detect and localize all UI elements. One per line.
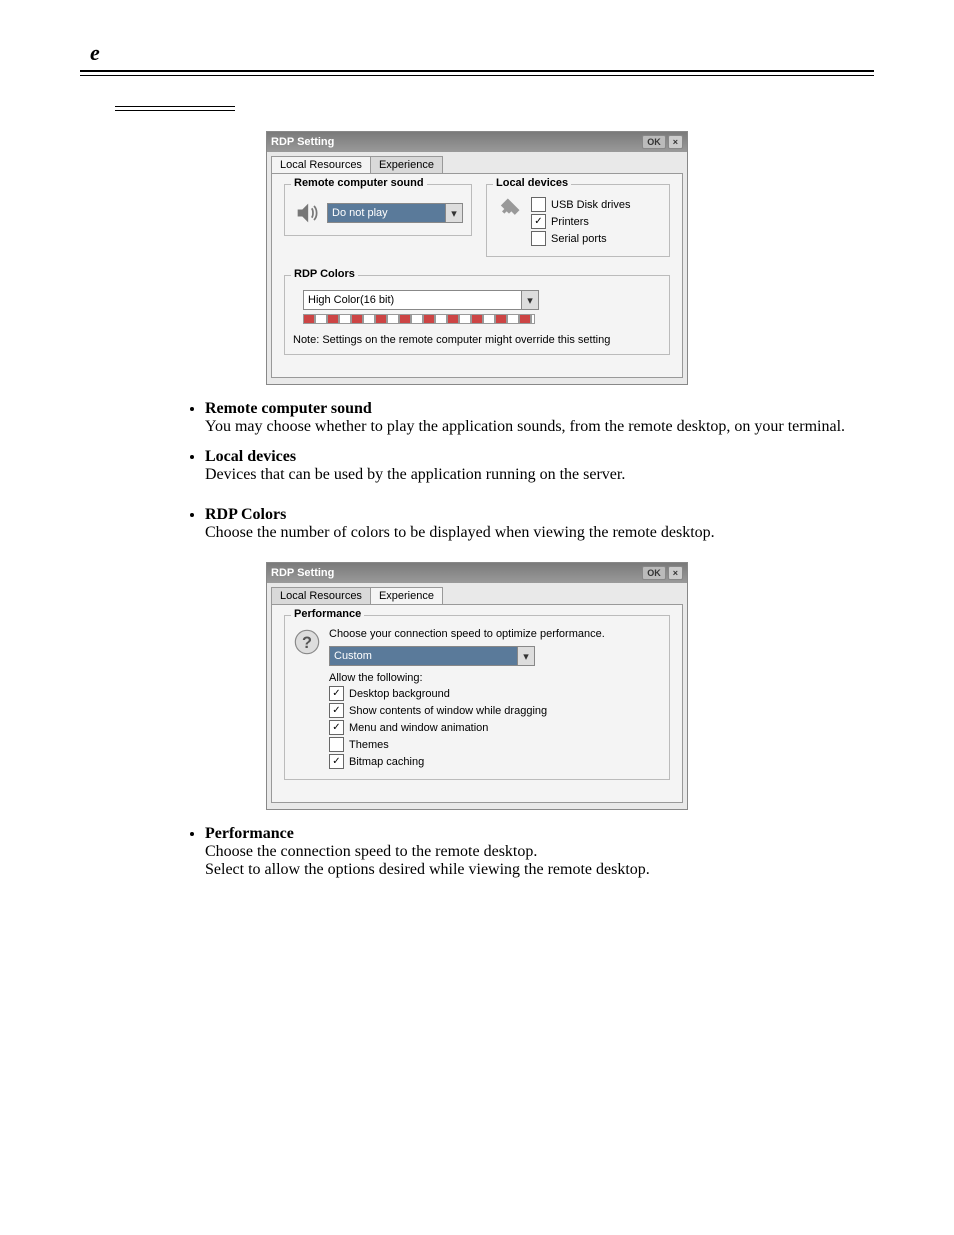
ok-button[interactable]: OK (642, 135, 666, 149)
window-title: RDP Setting (271, 567, 640, 579)
performance-group: Performance ? Choose your connection spe… (284, 615, 670, 780)
menu-animation-checkbox[interactable] (329, 720, 344, 735)
speaker-icon (293, 199, 321, 227)
bullet-title: Local devices (205, 448, 296, 465)
sound-select-value: Do not play (332, 207, 388, 219)
rdp-colors-group: RDP Colors High Color(16 bit) ▾ Note: Se… (284, 275, 670, 355)
color-select[interactable]: High Color(16 bit) ▾ (303, 290, 539, 310)
list-item: Remote computer sound You may choose whe… (205, 400, 874, 436)
short-rule-1 (115, 106, 235, 107)
list-item: RDP Colors Choose the number of colors t… (205, 506, 874, 542)
chevron-down-icon: ▾ (517, 647, 534, 665)
bullet-list-1: Remote computer sound You may choose whe… (185, 400, 874, 542)
tab-bar: Local Resources Experience (271, 156, 687, 173)
connection-speed-value: Custom (334, 650, 372, 662)
ok-button[interactable]: OK (642, 566, 666, 580)
opt-bg-label: Desktop background (349, 688, 450, 700)
rdp-colors-label: RDP Colors (291, 268, 358, 280)
opt-bitmap-label: Bitmap caching (349, 756, 424, 768)
bullet-list-2: Performance Choose the connection speed … (185, 825, 874, 879)
serial-checkbox[interactable] (531, 231, 546, 246)
titlebar: RDP Setting OK × (267, 563, 687, 583)
header-letter: e (90, 40, 874, 66)
bullet-desc: Choose the number of colors to be displa… (205, 524, 874, 542)
tab-experience[interactable]: Experience (370, 587, 443, 604)
rdp-setting-window-local: RDP Setting OK × Local Resources Experie… (266, 131, 688, 385)
bullet-desc: You may choose whether to play the appli… (205, 418, 874, 436)
opt-themes-label: Themes (349, 739, 389, 751)
help-icon: ? (293, 628, 321, 656)
svg-text:?: ? (302, 634, 312, 652)
color-bar (303, 314, 535, 324)
chevron-down-icon: ▾ (445, 204, 462, 222)
bitmap-caching-checkbox[interactable] (329, 754, 344, 769)
tab-experience[interactable]: Experience (370, 156, 443, 173)
printers-label: Printers (551, 216, 589, 228)
usb-checkbox[interactable] (531, 197, 546, 212)
tab-local-resources[interactable]: Local Resources (271, 587, 371, 604)
serial-label: Serial ports (551, 233, 607, 245)
short-rule-2 (115, 110, 235, 111)
tab-bar: Local Resources Experience (271, 587, 687, 604)
bullet-title: Performance (205, 825, 294, 842)
bullet-title: Remote computer sound (205, 400, 372, 417)
bullet-desc: Devices that can be used by the applicat… (205, 466, 874, 484)
tab-local-resources[interactable]: Local Resources (271, 156, 371, 173)
rdp-setting-window-experience: RDP Setting OK × Local Resources Experie… (266, 562, 688, 810)
close-button[interactable]: × (668, 135, 683, 149)
local-devices-label: Local devices (493, 177, 571, 189)
remote-sound-label: Remote computer sound (291, 177, 427, 189)
allow-following-label: Allow the following: (329, 672, 605, 684)
color-note: Note: Settings on the remote computer mi… (293, 334, 661, 346)
window-dragging-checkbox[interactable] (329, 703, 344, 718)
desktop-background-checkbox[interactable] (329, 686, 344, 701)
list-item: Local devices Devices that can be used b… (205, 448, 874, 484)
tab-body: Remote computer sound Do not play ▾ (271, 173, 683, 378)
list-item: Performance Choose the connection speed … (205, 825, 874, 879)
bullet-desc-2: Select to allow the options desired whil… (205, 861, 874, 879)
color-select-value: High Color(16 bit) (308, 294, 394, 306)
window-title: RDP Setting (271, 136, 640, 148)
bullet-desc: Choose the connection speed to the remot… (205, 843, 874, 861)
close-button[interactable]: × (668, 566, 683, 580)
titlebar: RDP Setting OK × (267, 132, 687, 152)
usb-label: USB Disk drives (551, 199, 630, 211)
header-rule (80, 70, 874, 76)
performance-label: Performance (291, 608, 364, 620)
local-devices-group: Local devices USB Disk drives Printers S… (486, 184, 670, 257)
themes-checkbox[interactable] (329, 737, 344, 752)
connection-speed-select[interactable]: Custom ▾ (329, 646, 535, 666)
tab-body: Performance ? Choose your connection spe… (271, 604, 683, 803)
performance-prompt: Choose your connection speed to optimize… (329, 628, 605, 640)
opt-anim-label: Menu and window animation (349, 722, 488, 734)
plug-icon (495, 195, 523, 223)
printers-checkbox[interactable] (531, 214, 546, 229)
bullet-title: RDP Colors (205, 506, 286, 523)
opt-drag-label: Show contents of window while dragging (349, 705, 547, 717)
sound-select[interactable]: Do not play ▾ (327, 203, 463, 223)
chevron-down-icon: ▾ (521, 291, 538, 309)
remote-sound-group: Remote computer sound Do not play ▾ (284, 184, 472, 236)
